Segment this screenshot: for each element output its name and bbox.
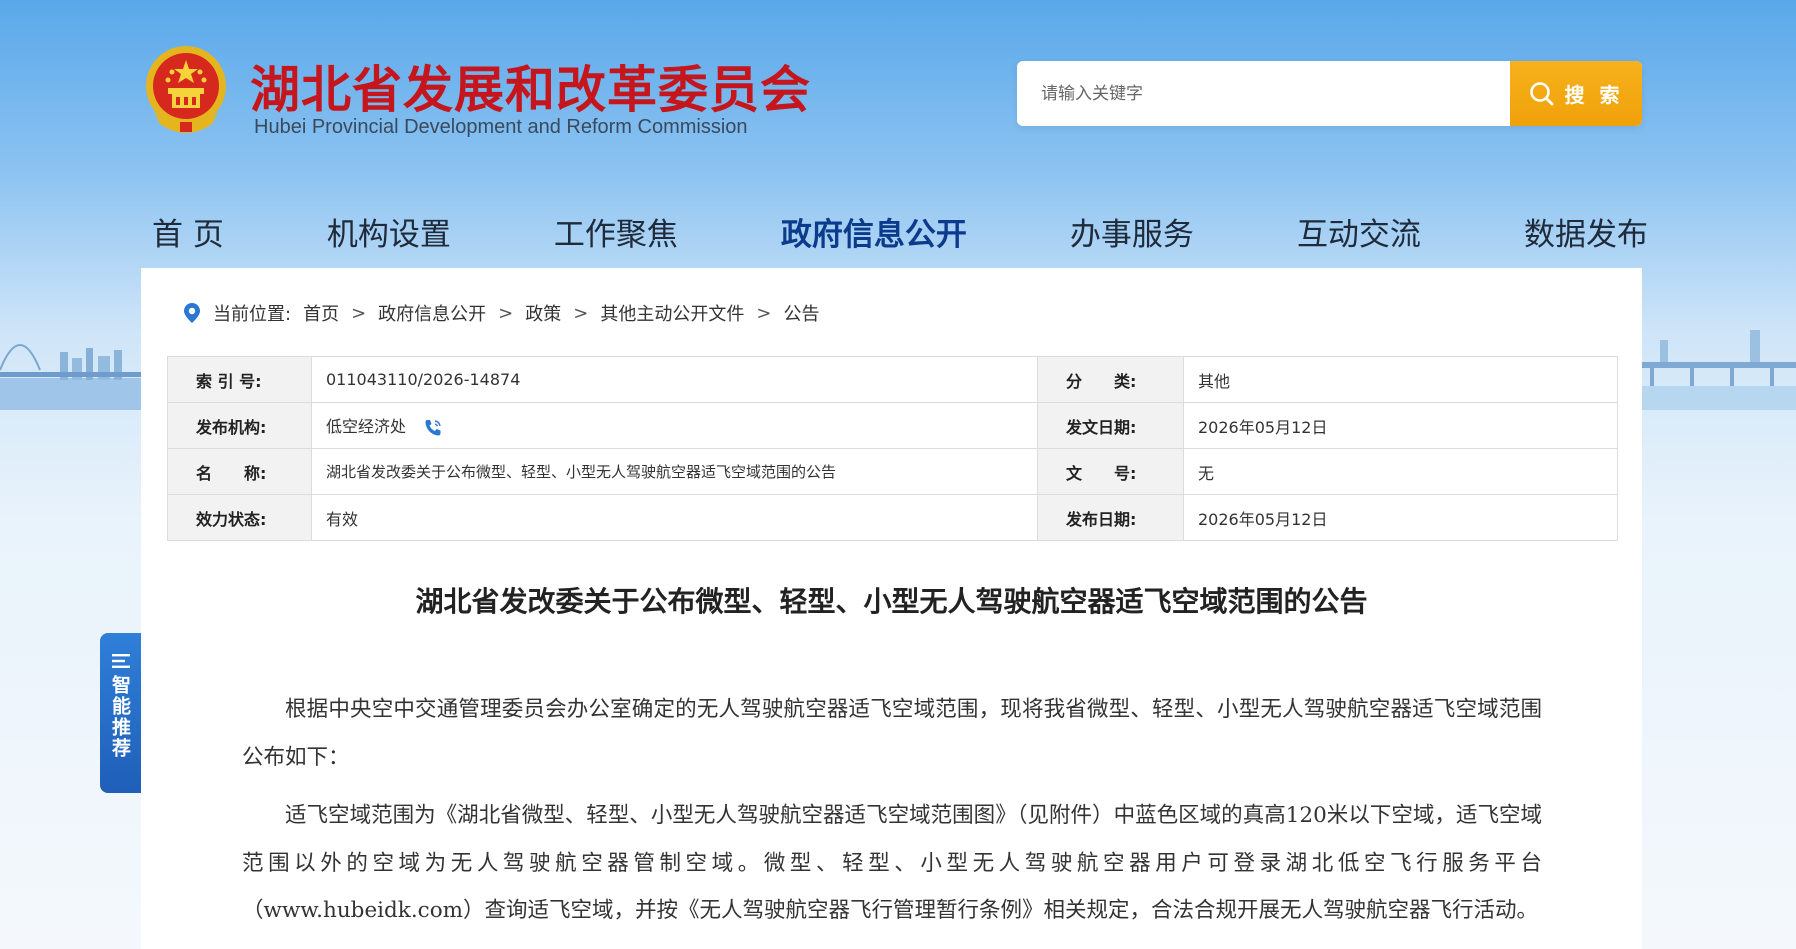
article-paragraph: 适飞空域范围为《湖北省微型、轻型、小型无人驾驶航空器适飞空域范围图》（见附件）中… — [242, 803, 1542, 923]
breadcrumb-separator: > — [756, 302, 772, 324]
national-emblem-icon — [146, 46, 226, 133]
validity-status-label: 效力状态: — [167, 494, 312, 541]
table-row: 索 引 号: 011043110/2026-14874 分 类: 其他 — [167, 356, 1618, 403]
article-title: 湖北省发改委关于公布微型、轻型、小型无人驾驶航空器适飞空域范围的公告 — [415, 585, 1368, 618]
search-button[interactable]: 搜 索 — [1510, 61, 1642, 126]
nav-work-focus[interactable]: 工作聚焦 — [542, 209, 690, 254]
menu-lines-icon — [111, 654, 130, 668]
site-title: 湖北省发展和改革委员会 — [250, 61, 811, 119]
table-row: 发布机构: 低空经济处 发文日期: 2026年05月12日 — [167, 402, 1618, 449]
search-icon — [1529, 81, 1553, 105]
site-subtitle: Hubei Provincial Development and Reform … — [254, 116, 748, 138]
validity-status-value: 有效 — [311, 494, 1038, 541]
issue-date-label: 发文日期: — [1037, 402, 1184, 449]
breadcrumb-home[interactable]: 首页 — [303, 300, 339, 326]
publish-date-value: 2026年05月12日 — [1183, 494, 1618, 541]
publisher-label: 发布机构: — [167, 402, 312, 449]
search-input[interactable] — [1017, 61, 1510, 126]
city-skyline-left-decoration — [0, 344, 141, 410]
phone-icon[interactable] — [423, 418, 443, 438]
main-nav: 首 页 机构设置 工作聚焦 政府信息公开 办事服务 互动交流 数据发布 — [140, 206, 1660, 256]
index-number-label: 索 引 号: — [167, 356, 312, 403]
category-label: 分 类: — [1037, 356, 1184, 403]
smart-recommend-label: 智能推荐 — [109, 675, 131, 759]
breadcrumb-separator: > — [498, 302, 514, 324]
doc-number-label: 文 号: — [1037, 448, 1184, 495]
breadcrumb-separator: > — [573, 302, 589, 324]
table-row: 名 称: 湖北省发改委关于公布微型、轻型、小型无人驾驶航空器适飞空域范围的公告 … — [167, 448, 1618, 495]
issue-date-value: 2026年05月12日 — [1183, 402, 1618, 449]
breadcrumb: 当前位置: 首页 > 政府信息公开 > 政策 > 其他主动公开文件 > 公告 — [183, 298, 819, 328]
nav-services[interactable]: 办事服务 — [1058, 209, 1206, 254]
breadcrumb-gov-info[interactable]: 政府信息公开 — [378, 300, 486, 326]
breadcrumb-lead: 当前位置: — [213, 304, 292, 325]
breadcrumb-separator: > — [351, 302, 367, 324]
nav-organization[interactable]: 机构设置 — [315, 209, 463, 254]
breadcrumb-other-files[interactable]: 其他主动公开文件 — [600, 300, 744, 326]
category-value: 其他 — [1183, 356, 1618, 403]
site-header: 湖北省发展和改革委员会 Hubei Provincial Development… — [0, 0, 1796, 268]
breadcrumb-announcement[interactable]: 公告 — [783, 300, 819, 326]
search-box: 搜 索 — [1017, 61, 1642, 126]
search-button-label: 搜 索 — [1564, 83, 1624, 107]
breadcrumb-policy[interactable]: 政策 — [525, 300, 561, 326]
smart-recommend-tab[interactable]: 智能推荐 — [100, 633, 141, 793]
city-skyline-right-decoration — [1640, 330, 1796, 410]
document-metadata-table: 索 引 号: 011043110/2026-14874 分 类: 其他 发布机构… — [167, 356, 1618, 541]
publisher-cell: 低空经济处 — [311, 402, 1038, 449]
article-body: 根据中央空中交通管理委员会办公室确定的无人驾驶航空器适飞空域范围，现将我省微型、… — [242, 686, 1542, 946]
publisher-value: 低空经济处 — [326, 417, 407, 437]
doc-name-label: 名 称: — [167, 448, 312, 495]
doc-number-value: 无 — [1183, 448, 1618, 495]
article-paragraph: 根据中央空中交通管理委员会办公室确定的无人驾驶航空器适飞空域范围，现将我省微型、… — [242, 697, 1542, 770]
doc-name-value: 湖北省发改委关于公布微型、轻型、小型无人驾驶航空器适飞空域范围的公告 — [311, 448, 1038, 495]
nav-data-release[interactable]: 数据发布 — [1512, 209, 1660, 254]
nav-interaction[interactable]: 互动交流 — [1285, 209, 1433, 254]
location-pin-icon — [184, 303, 200, 323]
content-panel: 当前位置: 首页 > 政府信息公开 > 政策 > 其他主动公开文件 > 公告 索… — [141, 268, 1642, 949]
nav-home[interactable]: 首 页 — [140, 209, 236, 254]
publish-date-label: 发布日期: — [1037, 494, 1184, 541]
table-row: 效力状态: 有效 发布日期: 2026年05月12日 — [167, 494, 1618, 541]
index-number-value: 011043110/2026-14874 — [311, 356, 1038, 403]
nav-gov-info-disclosure[interactable]: 政府信息公开 — [769, 209, 979, 254]
